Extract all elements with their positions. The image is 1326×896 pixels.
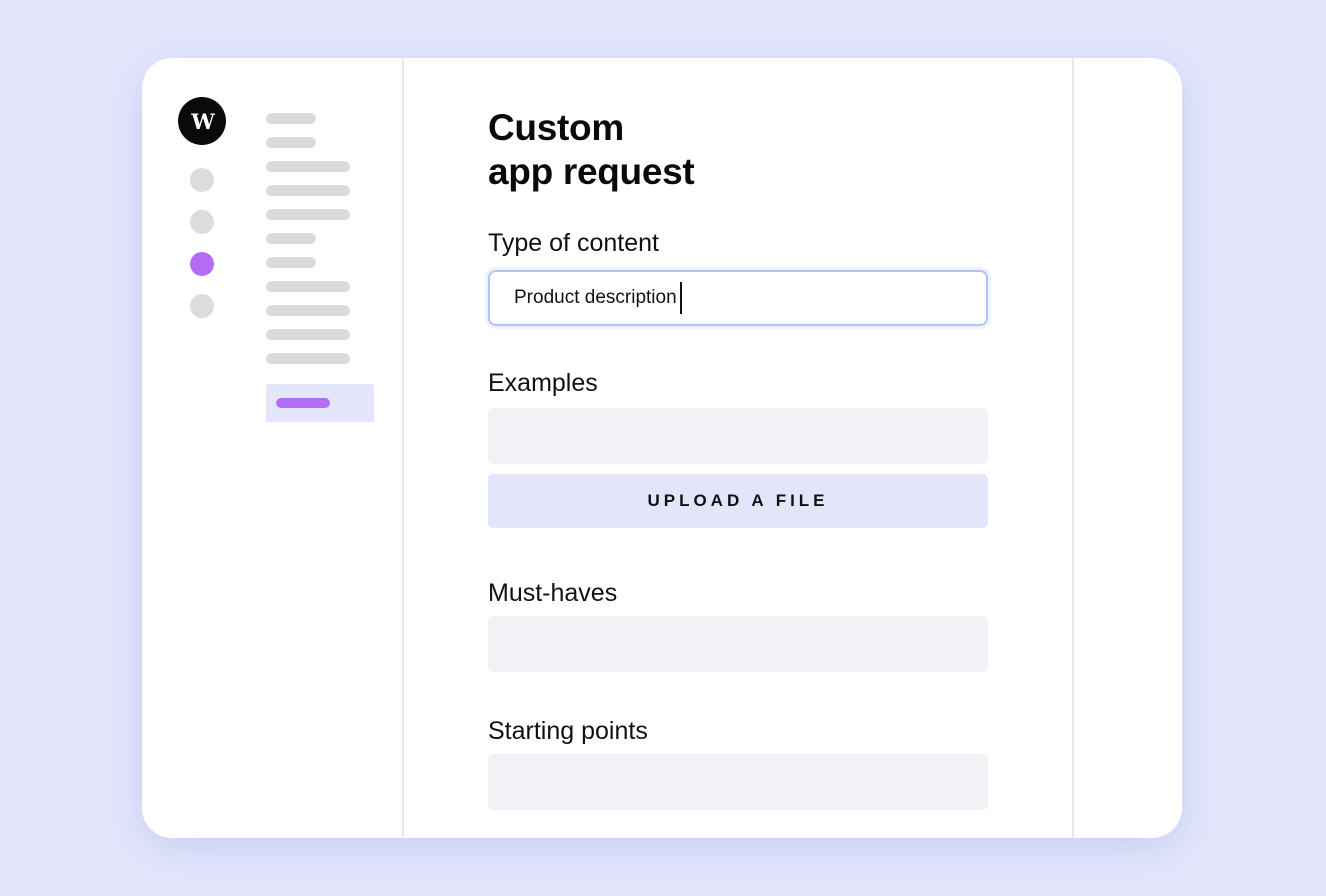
right-panel-divider — [1072, 58, 1074, 838]
nav-item-placeholder[interactable] — [266, 353, 350, 364]
page-title: Custom app request — [488, 106, 695, 194]
nav-item-placeholder[interactable] — [266, 161, 350, 172]
nav-item-selected[interactable] — [266, 384, 374, 422]
nav-item-placeholder[interactable] — [266, 305, 350, 316]
examples-label: Examples — [488, 369, 598, 397]
title-line-2: app request — [488, 151, 695, 192]
app-window: W Custom app request Type of content Prod… — [142, 58, 1182, 838]
nav-item-placeholder[interactable] — [266, 137, 316, 148]
type-of-content-label: Type of content — [488, 229, 659, 257]
text-cursor — [679, 282, 682, 314]
logo[interactable]: W — [178, 97, 226, 145]
nav-item-placeholder[interactable] — [266, 257, 316, 268]
upload-file-button[interactable]: UPLOAD A FILE — [488, 474, 988, 528]
nav-dot-4[interactable] — [190, 294, 214, 318]
nav-item-placeholder[interactable] — [266, 113, 316, 124]
title-line-1: Custom — [488, 107, 624, 148]
starting-points-field[interactable] — [488, 754, 988, 810]
nav-item-placeholder[interactable] — [266, 209, 350, 220]
nav-selected-indicator — [276, 398, 330, 408]
sidebar-divider — [402, 58, 404, 838]
nav-item-placeholder[interactable] — [266, 329, 350, 340]
nav-item-placeholder[interactable] — [266, 185, 350, 196]
nav-dot-1[interactable] — [190, 168, 214, 192]
type-of-content-input[interactable]: Product description — [488, 270, 988, 326]
must-haves-field[interactable] — [488, 616, 988, 672]
must-haves-label: Must-haves — [488, 579, 618, 607]
nav-item-placeholder[interactable] — [266, 233, 316, 244]
nav-item-placeholder[interactable] — [266, 281, 350, 292]
type-of-content-value: Product description — [514, 287, 677, 308]
nav-dot-2[interactable] — [190, 210, 214, 234]
logo-text: W — [191, 108, 215, 134]
starting-points-label: Starting points — [488, 717, 648, 745]
nav-dot-3-active[interactable] — [190, 252, 214, 276]
examples-field[interactable] — [488, 408, 988, 464]
